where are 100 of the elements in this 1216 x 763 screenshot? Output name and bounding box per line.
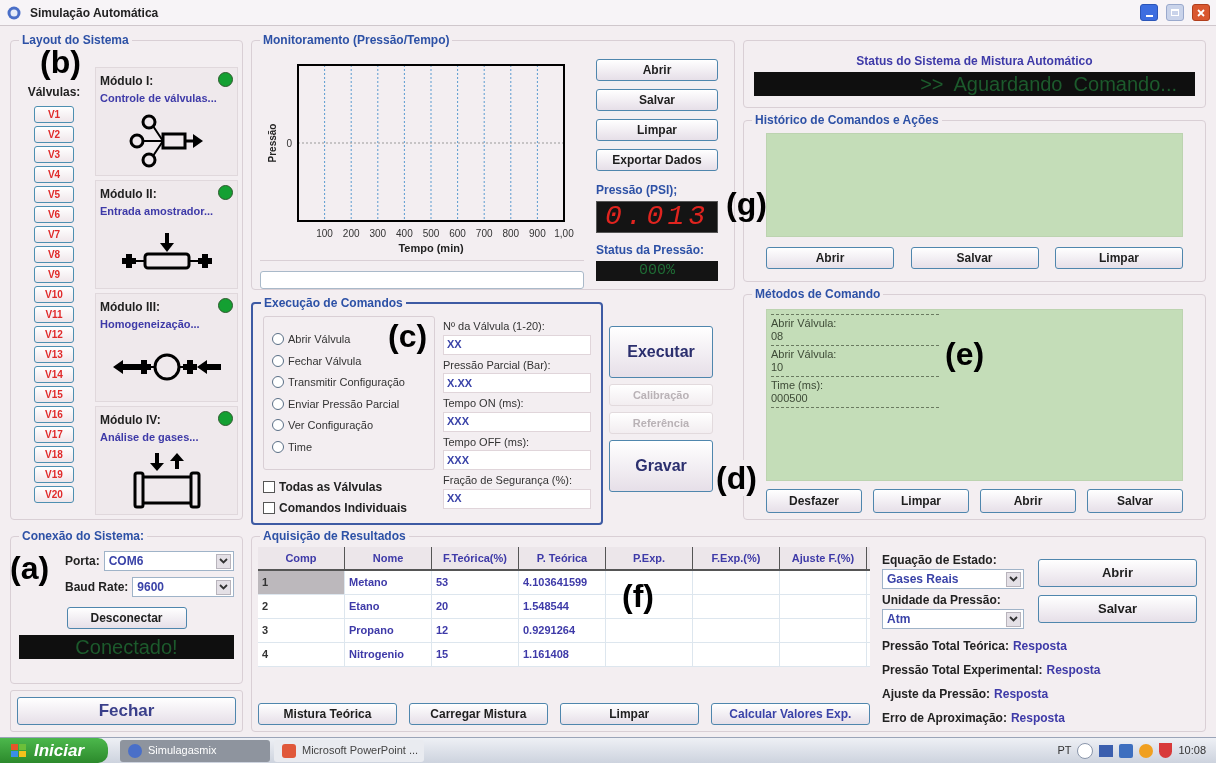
valve-button[interactable]: V19 xyxy=(34,466,74,483)
button[interactable]: Gravar xyxy=(609,440,713,492)
radio-button[interactable] xyxy=(272,440,284,453)
valve-button[interactable]: V9 xyxy=(34,266,74,283)
valve-button[interactable]: V17 xyxy=(34,426,74,443)
valve-button[interactable]: V6 xyxy=(34,206,74,223)
button[interactable]: Abrir xyxy=(766,247,894,269)
close-icon[interactable] xyxy=(1192,4,1210,21)
button[interactable]: Calcular Valores Exp. xyxy=(710,703,870,725)
group-title: Execução de Comandos xyxy=(261,295,406,311)
group-title: Monitoramento (Pressão/Tempo) xyxy=(260,32,453,48)
table-cell: 12 xyxy=(432,619,519,642)
tray-expand-icon[interactable] xyxy=(1077,742,1094,759)
radio-button[interactable] xyxy=(272,354,284,367)
button[interactable]: Salvar xyxy=(596,89,718,111)
valve-button[interactable]: V14 xyxy=(34,366,74,383)
valve-button[interactable]: V12 xyxy=(34,326,74,343)
table-cell: 1.548544 xyxy=(519,595,606,618)
tick-label: 100 xyxy=(316,228,333,239)
button[interactable]: Desfazer xyxy=(766,489,862,513)
valve-button[interactable]: V13 xyxy=(34,346,74,363)
result-value: Resposta xyxy=(1010,710,1065,727)
valve-button[interactable]: V2 xyxy=(34,126,74,143)
radio-label: Enviar Pressão Parcial xyxy=(288,396,400,412)
input-field[interactable]: XX xyxy=(443,334,591,355)
valve-button[interactable]: V8 xyxy=(34,246,74,263)
result-label: Ajuste da Pressão: xyxy=(882,686,991,703)
field-label: Baud Rate: xyxy=(65,579,129,596)
dropdown[interactable]: Gases Reais xyxy=(882,569,1024,589)
table-cell: 0.9291264 xyxy=(519,619,606,642)
log-label: Time (ms): xyxy=(771,379,825,392)
checkbox[interactable] xyxy=(263,481,275,493)
button[interactable]: Exportar Dados xyxy=(596,149,718,171)
annotation-label: (e) xyxy=(945,336,985,372)
minimize-icon[interactable] xyxy=(1140,4,1158,21)
column-header[interactable]: Nome xyxy=(345,547,432,569)
button[interactable]: Carregar Mistura xyxy=(408,703,548,725)
button[interactable]: Limpar xyxy=(596,119,718,141)
result-label: Pressão Total Teórica: xyxy=(882,638,1009,655)
column-header[interactable]: Comp xyxy=(258,547,345,569)
button[interactable]: Limpar xyxy=(559,703,699,725)
valve-button[interactable]: V16 xyxy=(34,406,74,423)
tick-label: 400 xyxy=(396,228,413,239)
valve-button[interactable]: V10 xyxy=(34,286,74,303)
checkbox[interactable] xyxy=(263,502,275,514)
input-field[interactable]: XXX xyxy=(443,450,591,470)
pressure-status-display: 000% xyxy=(596,261,718,281)
valve-button[interactable]: V7 xyxy=(34,226,74,243)
valve-button[interactable]: V1 xyxy=(34,106,74,123)
log-value: 08 xyxy=(771,330,785,343)
button[interactable]: Fechar xyxy=(17,697,236,725)
button[interactable]: Salvar xyxy=(1038,595,1197,623)
button[interactable]: Executar xyxy=(609,326,713,378)
dropdown[interactable]: Atm xyxy=(882,609,1024,629)
column-header[interactable]: P. Teórica xyxy=(519,547,606,569)
column-header[interactable]: F.Teórica(%) xyxy=(432,547,519,569)
radio-label: Ver Configuração xyxy=(288,418,373,433)
result-value: Resposta xyxy=(1012,638,1067,655)
button[interactable]: Abrir xyxy=(980,489,1076,513)
button[interactable]: Abrir xyxy=(1038,559,1197,587)
valve-button[interactable]: V20 xyxy=(34,486,74,503)
radio-button[interactable] xyxy=(272,376,284,389)
button[interactable]: Abrir xyxy=(596,59,718,81)
window-title: Simulação Automática xyxy=(30,4,159,22)
radio-label: Fechar Válvula xyxy=(288,353,362,369)
button[interactable]: Mistura Teórica xyxy=(258,703,397,725)
column-header[interactable]: F.Exp.(%) xyxy=(693,547,780,569)
input-field[interactable]: XX xyxy=(443,488,591,509)
tray-app-icon[interactable] xyxy=(1119,743,1134,758)
language-indicator[interactable]: PT xyxy=(1057,742,1072,759)
button[interactable]: Desconectar xyxy=(66,607,187,629)
annotation-label: (c) xyxy=(388,318,428,354)
button[interactable]: Salvar xyxy=(1087,489,1183,513)
button[interactable]: Limpar xyxy=(1055,247,1183,269)
maximize-icon[interactable] xyxy=(1166,4,1184,21)
connection-display: Conectado! xyxy=(19,635,234,659)
table-cell: Etano xyxy=(345,595,432,618)
radio-button[interactable] xyxy=(272,419,284,432)
radio-label: Time xyxy=(288,439,313,455)
valve-button[interactable]: V3 xyxy=(34,146,74,163)
input-field[interactable]: X.XX xyxy=(443,373,591,393)
table-cell: 15 xyxy=(432,643,519,666)
dropdown[interactable]: COM6 xyxy=(103,551,234,571)
valve-button[interactable]: V4 xyxy=(34,166,74,183)
button[interactable]: Limpar xyxy=(873,489,969,513)
valve-button[interactable]: V15 xyxy=(34,386,74,403)
column-header[interactable]: Ajuste F.(%) xyxy=(780,547,867,569)
valve-button[interactable]: V18 xyxy=(34,446,74,463)
dropdown[interactable]: 9600 xyxy=(132,577,234,597)
valve-button[interactable]: V11 xyxy=(34,306,74,323)
table-cell: 20 xyxy=(432,595,519,618)
input-field[interactable]: XXX xyxy=(443,411,591,432)
shield-icon[interactable] xyxy=(1159,743,1173,758)
column-header[interactable]: P.Exp. xyxy=(606,547,693,569)
radio-button[interactable] xyxy=(272,333,284,346)
radio-button[interactable] xyxy=(272,397,284,410)
tick-label: 500 xyxy=(422,228,440,239)
button[interactable]: Salvar xyxy=(910,247,1039,269)
valve-button[interactable]: V5 xyxy=(34,186,74,203)
app-icon xyxy=(6,4,22,21)
